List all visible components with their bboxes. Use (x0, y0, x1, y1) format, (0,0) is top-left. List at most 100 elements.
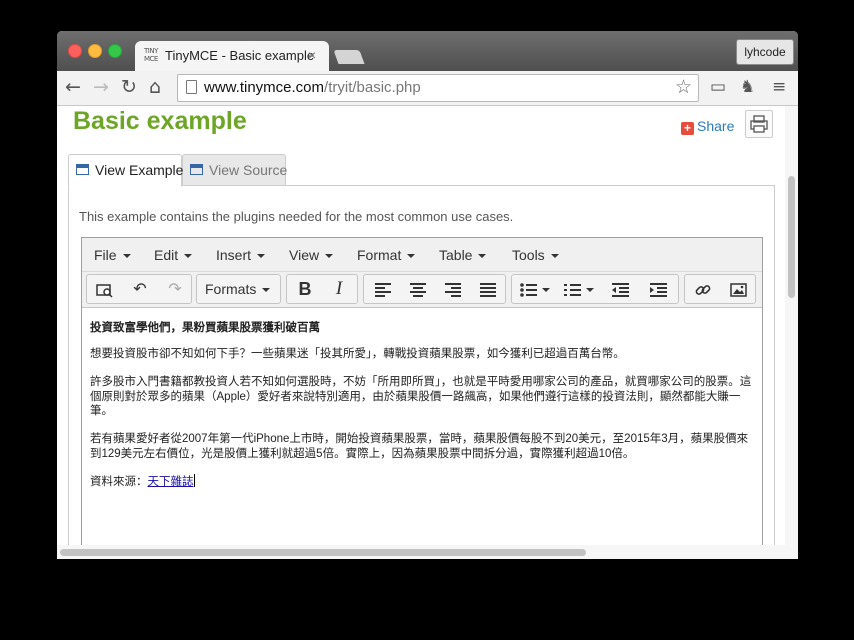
menu-tools[interactable]: Tools (512, 247, 559, 263)
text-cursor (193, 474, 195, 487)
tab-close-icon[interactable]: × (308, 47, 316, 63)
align-right-icon[interactable] (436, 275, 470, 303)
indent-icon[interactable] (640, 275, 676, 303)
undo-icon[interactable]: ↶ (124, 275, 156, 303)
chevron-down-icon (407, 254, 416, 258)
tab-title: TinyMCE - Basic example (165, 48, 315, 63)
profile-button[interactable]: lyhcode (736, 39, 794, 65)
numbered-list-icon[interactable] (558, 275, 600, 303)
list-group (511, 274, 679, 304)
content-heading: 投資致富學他們，果粉買蘋果股票獲利破百萬 (90, 322, 320, 334)
browser-toolbar: ← → ↻ ⌂ www.tinymce.com/tryit/basic.php … (57, 71, 798, 106)
menu-format-label: Format (357, 247, 402, 263)
style-group: B I (286, 274, 358, 304)
tab-view-source-label: View Source (209, 162, 288, 178)
share-plus-icon: + (681, 122, 694, 135)
menu-insert-label: Insert (216, 247, 252, 263)
menu-view[interactable]: View (289, 247, 334, 263)
align-group (363, 274, 506, 304)
redo-icon[interactable]: ↷ (159, 275, 191, 303)
printer-icon (750, 115, 768, 133)
editor-toolbar: ↶ ↷ Formats B I (82, 272, 762, 308)
chevron-down-icon (122, 254, 131, 258)
menu-view-label: View (289, 247, 320, 263)
vertical-scroll-thumb[interactable] (788, 176, 795, 298)
formats-group: Formats (196, 274, 281, 304)
menu-table[interactable]: Table (439, 247, 487, 263)
close-window-button[interactable] (68, 44, 82, 58)
url-path: /tryit/basic.php (324, 79, 421, 96)
tinymce-favicon-icon: TINY MCE (144, 47, 158, 63)
example-panel: This example contains the plugins needed… (68, 185, 775, 559)
content-source-line: 資料來源：天下雜誌 (90, 474, 756, 490)
share-button[interactable]: + Share (681, 118, 734, 135)
title-bar: TINY MCE TinyMCE - Basic example × lyhco… (57, 31, 798, 71)
link-icon[interactable] (687, 275, 719, 303)
url-text[interactable]: www.tinymce.com/tryit/basic.php (204, 79, 421, 96)
forward-arrow-icon[interactable]: → (93, 76, 109, 98)
menu-tools-label: Tools (512, 247, 545, 263)
source-link[interactable]: 天下雜誌 (148, 476, 194, 488)
tab-view-source[interactable]: View Source (182, 154, 288, 186)
outdent-icon[interactable] (602, 275, 638, 303)
browser-tab[interactable]: TINY MCE TinyMCE - Basic example × (135, 41, 329, 71)
window-icon (76, 164, 89, 175)
menu-insert[interactable]: Insert (216, 247, 266, 263)
menu-table-label: Table (439, 247, 473, 263)
url-host: www.tinymce.com (204, 79, 325, 96)
tinymce-editor: File Edit Insert View Format Table Tools… (81, 237, 763, 559)
chevron-down-icon (325, 254, 334, 258)
chevron-down-icon (478, 254, 487, 258)
editor-content-area[interactable]: 投資致富學他們，果粉買蘋果股票獲利破百萬 想要投資股市卻不知如何下手？一些蘋果迷… (82, 308, 762, 559)
menu-format[interactable]: Format (357, 247, 416, 263)
share-label: Share (697, 118, 735, 134)
source-label: 資料來源： (90, 476, 148, 488)
bullet-list-icon[interactable] (514, 275, 556, 303)
content-paragraph-1: 想要投資股市卻不知如何下手？一些蘋果迷「投其所愛」，轉戰投資蘋果股票，如今獲利已… (90, 348, 625, 360)
align-left-icon[interactable] (366, 275, 400, 303)
align-justify-icon[interactable] (471, 275, 505, 303)
reload-icon[interactable]: ↻ (121, 76, 137, 98)
hamburger-menu-icon[interactable]: ≡ (772, 77, 786, 97)
page-icon (186, 80, 197, 94)
address-bar[interactable]: www.tinymce.com/tryit/basic.php ☆ (177, 74, 699, 102)
browser-window: TINY MCE TinyMCE - Basic example × lyhco… (57, 31, 798, 559)
search-replace-icon[interactable] (89, 275, 121, 303)
web-page: Basic example + Share View Example View S… (57, 106, 798, 559)
menu-file[interactable]: File (94, 247, 131, 263)
menu-edit-label: Edit (154, 247, 179, 263)
editor-menubar: File Edit Insert View Format Table Tools (82, 238, 762, 272)
zoom-window-button[interactable] (108, 44, 122, 58)
chevron-down-icon (550, 254, 559, 258)
print-button[interactable] (745, 110, 773, 138)
bold-icon[interactable]: B (289, 275, 321, 303)
content-paragraph-3: 若有蘋果愛好者從2007年第一代iPhone上市時，開始投資蘋果股票，當時，蘋果… (90, 433, 749, 460)
horizontal-scrollbar[interactable] (57, 545, 798, 559)
image-icon[interactable] (722, 275, 754, 303)
tab-view-example[interactable]: View Example (68, 154, 184, 187)
new-tab-button[interactable] (333, 50, 365, 64)
bookmark-star-icon[interactable]: ☆ (675, 76, 692, 98)
page-title: Basic example (73, 107, 247, 135)
vertical-scrollbar[interactable] (785, 106, 798, 545)
history-group: ↶ ↷ (86, 274, 192, 304)
chevron-down-icon (184, 254, 193, 258)
insert-group (684, 274, 756, 304)
home-icon[interactable]: ⌂ (149, 76, 161, 98)
italic-icon[interactable]: I (323, 275, 355, 303)
evernote-icon[interactable]: ♞ (740, 77, 755, 97)
minimize-window-button[interactable] (88, 44, 102, 58)
source-icon (190, 164, 203, 175)
align-center-icon[interactable] (401, 275, 435, 303)
tab-view-example-label: View Example (95, 162, 184, 178)
back-arrow-icon[interactable]: ← (65, 76, 81, 98)
chevron-down-icon (262, 288, 271, 292)
content-paragraph-2: 許多股市入門書籍都教投資人若不知如何選股時，不妨「所用即所買」，也就是平時愛用哪… (90, 376, 752, 417)
formats-label: Formats (205, 281, 257, 297)
chevron-down-icon (257, 254, 266, 258)
menu-edit[interactable]: Edit (154, 247, 193, 263)
cast-icon[interactable]: ▭ (710, 77, 726, 97)
horizontal-scroll-thumb[interactable] (60, 549, 586, 556)
formats-dropdown[interactable]: Formats (205, 275, 271, 303)
menu-file-label: File (94, 247, 117, 263)
